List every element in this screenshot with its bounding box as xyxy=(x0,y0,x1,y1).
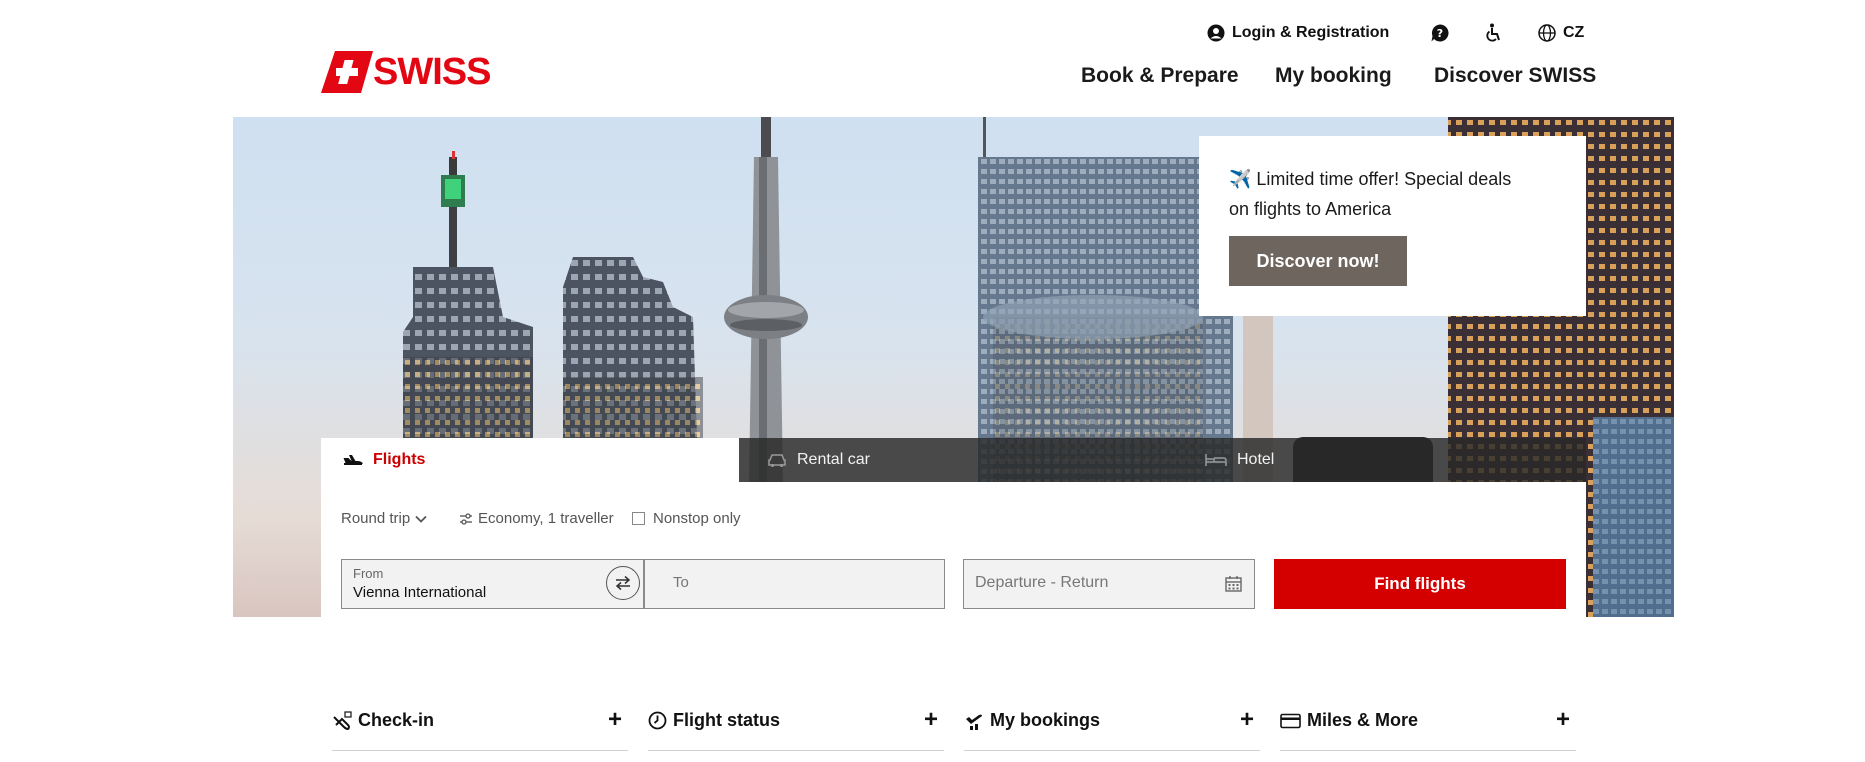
plane-icon xyxy=(343,455,363,465)
tab-rental-car[interactable]: Rental car xyxy=(739,438,1181,482)
quick-link-label: Miles & More xyxy=(1307,710,1419,730)
tab-flights[interactable]: Flights xyxy=(321,438,739,482)
language-label: CZ xyxy=(1563,24,1585,41)
quick-link-checkin[interactable]: Check-in + xyxy=(332,700,628,752)
trip-type-select[interactable]: Round trip xyxy=(341,510,432,527)
dates-placeholder: Departure - Return xyxy=(975,574,1109,591)
swiss-logo[interactable]: SWISS xyxy=(321,51,491,93)
site-header: SWISS Login & Registration ? CZ Book & P… xyxy=(0,0,1865,117)
login-link[interactable]: Login & Registration xyxy=(1207,22,1389,44)
nonstop-label: Nonstop only xyxy=(653,510,741,527)
bed-icon xyxy=(1205,454,1227,466)
divider xyxy=(1280,750,1576,751)
brand-name: SWISS xyxy=(373,51,491,93)
accessibility-icon xyxy=(1486,23,1500,42)
tab-label-flights: Flights xyxy=(373,451,426,468)
globe-icon xyxy=(1538,24,1556,42)
expand-plus-icon[interactable]: + xyxy=(608,708,622,732)
tab-label-hotel: Hotel xyxy=(1237,451,1275,468)
expand-plus-icon[interactable]: + xyxy=(1240,708,1254,732)
cabin-travellers-select[interactable]: Economy, 1 traveller xyxy=(454,510,614,527)
quick-link-label: Check-in xyxy=(358,710,435,730)
help-button[interactable]: ? xyxy=(1430,22,1457,44)
quick-link-label: My bookings xyxy=(990,710,1101,730)
sliders-icon xyxy=(460,512,472,525)
tab-hotel[interactable]: Hotel xyxy=(1181,438,1586,482)
to-field[interactable]: To xyxy=(644,559,945,609)
cabin-travellers-label: Economy, 1 traveller xyxy=(478,510,614,527)
from-label: From xyxy=(353,566,384,581)
divider xyxy=(964,750,1260,751)
find-flights-button[interactable]: Find flights xyxy=(1274,559,1566,609)
clock-icon xyxy=(648,711,667,730)
from-field[interactable]: From Vienna International xyxy=(341,559,644,609)
help-icon: ? xyxy=(1431,24,1449,42)
expand-plus-icon[interactable]: + xyxy=(1556,708,1570,732)
swap-airports-button[interactable] xyxy=(606,566,640,600)
accessibility-button[interactable] xyxy=(1484,22,1509,44)
promo-card: ✈️ Limited time offer! Special deals on … xyxy=(1199,136,1586,316)
to-placeholder: To xyxy=(673,574,689,591)
booking-tabs: Flights Rental car Hotel xyxy=(321,438,1586,482)
divider xyxy=(332,750,628,751)
svg-text:?: ? xyxy=(1437,27,1443,40)
quick-link-my-bookings[interactable]: My bookings + xyxy=(964,700,1260,752)
quick-link-label: Flight status xyxy=(673,710,780,730)
flight-search-panel: Round trip Economy, 1 traveller Nonstop … xyxy=(321,482,1586,617)
language-selector[interactable]: CZ xyxy=(1538,22,1584,44)
trip-type-label: Round trip xyxy=(341,510,411,527)
card-icon xyxy=(1280,713,1301,728)
swiss-flag-icon xyxy=(321,51,373,93)
from-value: Vienna International xyxy=(353,584,487,601)
nav-my-booking[interactable]: My booking xyxy=(1275,64,1392,88)
car-icon xyxy=(768,454,786,467)
quick-link-flight-status[interactable]: Flight status + xyxy=(648,700,944,752)
swap-icon xyxy=(615,575,631,591)
divider xyxy=(648,750,944,751)
discover-now-button[interactable]: Discover now! xyxy=(1229,236,1407,286)
quick-link-miles-more[interactable]: Miles & More + xyxy=(1280,700,1576,752)
nonstop-checkbox[interactable]: Nonstop only xyxy=(632,510,741,527)
promo-text: ✈️ Limited time offer! Special deals on … xyxy=(1229,169,1512,219)
checkin-icon xyxy=(333,710,352,730)
dates-field[interactable]: Departure - Return xyxy=(963,559,1255,609)
user-circle-icon xyxy=(1207,24,1225,42)
expand-plus-icon[interactable]: + xyxy=(924,708,938,732)
plane-takeoff-icon xyxy=(966,714,982,730)
nonstop-checkbox-box[interactable] xyxy=(632,512,645,525)
tab-label-rental-car: Rental car xyxy=(797,451,870,468)
login-label: Login & Registration xyxy=(1232,24,1390,41)
calendar-icon xyxy=(1225,576,1242,592)
nav-discover-swiss[interactable]: Discover SWISS xyxy=(1434,64,1596,88)
nav-book-prepare[interactable]: Book & Prepare xyxy=(1081,64,1239,88)
chevron-down-icon xyxy=(415,515,427,523)
